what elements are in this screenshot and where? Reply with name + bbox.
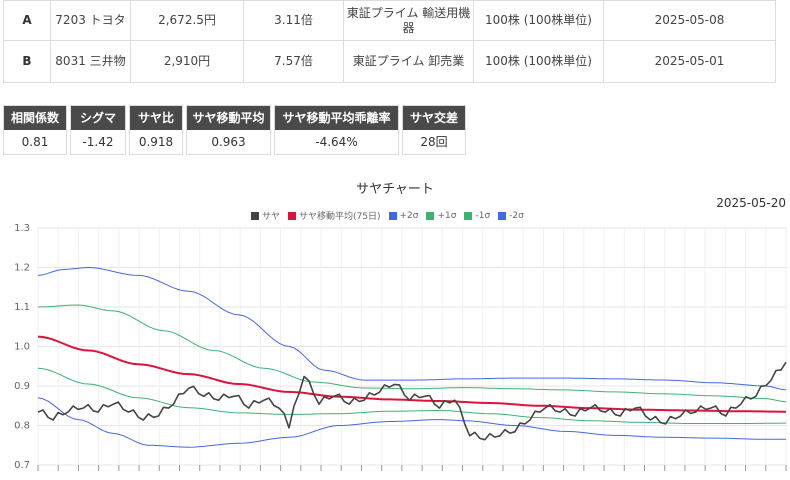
stat-saya-ratio: サヤ比 0.918 — [129, 105, 183, 155]
stat-value: 0.81 — [21, 135, 49, 149]
market-name: 東証プライム — [346, 5, 419, 20]
stock-code: 8031 — [55, 54, 86, 68]
legend-label: -2σ — [509, 210, 524, 221]
stat-moving-average: サヤ移動平均 0.963 — [186, 105, 271, 155]
chart-date: 2025-05-20 — [716, 196, 786, 210]
y-tick-label: 0.9 — [14, 381, 30, 392]
y-tick-label: 1.3 — [14, 223, 30, 234]
series-line-2 — [37, 267, 787, 391]
unit-value: 100株 — [484, 54, 520, 68]
stock-unit: 100株 (100株単位) — [473, 40, 604, 83]
stat-value: -1.42 — [82, 135, 114, 149]
stock-code-name[interactable]: 8031 三井物 — [50, 40, 131, 83]
stat-correlation: 相関係数 0.81 — [3, 105, 67, 155]
saya-chart: 0.7 0.8 0.9 1.0 1.1 1.2 1.3 — [14, 223, 787, 471]
pair-label: B — [3, 40, 51, 83]
chart-title: サヤチャート — [356, 182, 434, 197]
legend-item[interactable]: +2σ — [388, 210, 419, 221]
stock-per: 7.57倍 — [243, 40, 344, 83]
stock-name: トヨタ — [89, 13, 126, 27]
stat-value: 28回 — [420, 135, 448, 149]
legend-label: -1σ — [475, 210, 491, 221]
legend-swatch — [464, 211, 473, 220]
stock-name: 三井物 — [89, 54, 126, 68]
stock-code: 7203 — [55, 13, 86, 27]
legend-swatch — [498, 211, 507, 220]
stock-date: 2025-05-08 — [603, 0, 776, 41]
unit-note: (100株単位) — [523, 13, 592, 27]
stat-head: サヤ比 — [130, 106, 182, 130]
y-tick-label: 1.1 — [14, 302, 30, 313]
y-tick-label: 1.0 — [14, 342, 30, 353]
legend-swatch — [426, 211, 435, 220]
sector-name: 卸売業 — [428, 54, 465, 68]
legend-label: +1σ — [437, 210, 457, 221]
legend-swatch — [388, 211, 397, 220]
legend-item[interactable]: -1σ — [464, 211, 490, 221]
stat-value: -4.64% — [315, 135, 358, 149]
stock-unit: 100株 (100株単位) — [473, 0, 604, 41]
stat-head: 相関係数 — [4, 106, 66, 130]
stat-head: サヤ移動平均 — [187, 106, 270, 130]
stat-value: 0.918 — [138, 135, 174, 149]
market-name: 東証プライム — [352, 54, 425, 68]
y-tick-label: 1.2 — [14, 263, 30, 274]
stock-code-name[interactable]: 7203 トヨタ — [50, 0, 131, 41]
legend-swatch — [251, 211, 259, 220]
legend-item[interactable]: +1σ — [426, 211, 456, 221]
unit-value: 100株 — [484, 13, 520, 27]
y-tick-label: 0.7 — [14, 460, 30, 471]
legend-item[interactable]: -2σ — [498, 211, 524, 221]
pair-table: A 7203 トヨタ 2,672.5円 3.11倍 東証プライム 輸送用機器 1… — [3, 0, 776, 83]
unit-note: (100株単位) — [523, 54, 592, 68]
stock-market: 東証プライム 輸送用機器 — [343, 0, 474, 41]
stat-head: サヤ移動平均乖離率 — [275, 106, 398, 130]
y-tick-label: 0.8 — [14, 421, 30, 432]
pair-row-a: A 7203 トヨタ 2,672.5円 3.11倍 東証プライム 輸送用機器 1… — [3, 0, 776, 41]
stock-price: 2,910円 — [130, 40, 244, 83]
legend-swatch — [288, 211, 297, 220]
series-line-3 — [37, 304, 787, 403]
stock-date: 2025-05-01 — [603, 40, 776, 83]
stat-sigma: シグマ -1.42 — [70, 105, 126, 155]
stock-market: 東証プライム 卸売業 — [343, 40, 474, 83]
stat-head: シグマ — [71, 106, 125, 130]
pair-label: A — [3, 0, 51, 41]
stat-cross-count: サヤ交差 28回 — [402, 105, 466, 155]
series-line-5 — [37, 397, 786, 448]
stock-per: 3.11倍 — [243, 0, 344, 41]
stat-deviation-rate: サヤ移動平均乖離率 -4.64% — [274, 105, 399, 155]
stats-panel: 相関係数 0.81 シグマ -1.42 サヤ比 0.918 サヤ移動平均 0.9… — [3, 105, 466, 155]
stat-head: サヤ交差 — [403, 106, 465, 130]
series-line-1 — [37, 335, 786, 413]
stock-price: 2,672.5円 — [130, 0, 244, 41]
legend-label: +2σ — [399, 210, 419, 221]
pair-row-b: B 8031 三井物 2,910円 7.57倍 東証プライム 卸売業 100株 … — [3, 40, 776, 83]
stat-value: 0.963 — [211, 135, 246, 149]
